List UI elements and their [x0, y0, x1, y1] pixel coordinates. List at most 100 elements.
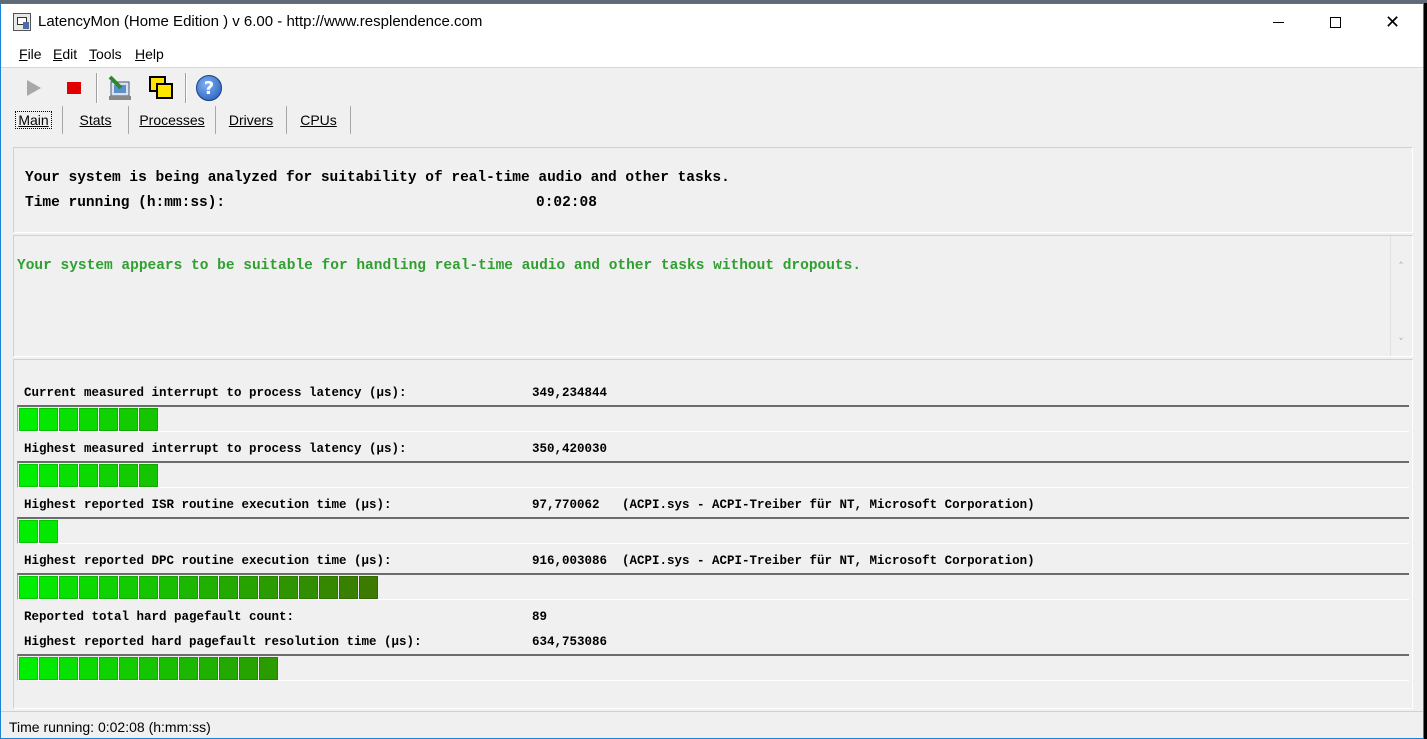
- pagefault-count-value: 89: [532, 610, 548, 624]
- bar-segment: [359, 576, 378, 599]
- isr-time-label: Highest reported ISR routine execution t…: [24, 498, 392, 512]
- stop-button[interactable]: [59, 73, 89, 103]
- current-latency-bar: [17, 405, 1409, 432]
- bar-segment: [79, 464, 98, 487]
- help-button[interactable]: ?: [194, 73, 224, 103]
- isr-time-bar: [17, 517, 1409, 544]
- bar-segment: [79, 657, 98, 680]
- menu-file[interactable]: File: [19, 46, 42, 62]
- pagefault-time-bar: [17, 654, 1409, 681]
- current-latency-value: 349,234844: [532, 386, 608, 400]
- bar-segment: [119, 408, 138, 431]
- bar-segment: [139, 657, 158, 680]
- verdict-panel[interactable]: Your system appears to be suitable for h…: [13, 235, 1413, 357]
- bar-segment: [339, 576, 358, 599]
- close-button[interactable]: ✕: [1364, 4, 1421, 40]
- tab-drivers[interactable]: Drivers: [216, 106, 287, 134]
- bar-segment: [179, 576, 198, 599]
- menu-bar: File Edit Tools Help: [1, 40, 1423, 68]
- bar-segment: [39, 464, 58, 487]
- bar-segment: [99, 576, 118, 599]
- bar-segment: [259, 657, 278, 680]
- isr-time-value: 97,770062 (ACPI.sys - ACPI-Treiber für N…: [532, 498, 1035, 512]
- tab-processes-label: Processes: [139, 112, 205, 128]
- analysis-panel: Your system is being analyzed for suitab…: [13, 147, 1413, 233]
- bar-segment: [39, 520, 58, 543]
- highest-latency-value: 350,420030: [532, 442, 608, 456]
- copy-window-button[interactable]: [146, 73, 176, 103]
- tab-drivers-label: Drivers: [228, 112, 274, 128]
- status-text: Time running: 0:02:08 (h:mm:ss): [9, 719, 211, 735]
- menu-file-label: ile: [27, 46, 42, 62]
- menu-help[interactable]: Help: [135, 46, 164, 62]
- menu-file-accel: F: [19, 46, 28, 62]
- menu-help-accel: H: [135, 46, 146, 62]
- highest-latency-bar-fill: [19, 464, 159, 487]
- highest-latency-label: Highest measured interrupt to process la…: [24, 442, 407, 456]
- bar-segment: [239, 657, 258, 680]
- play-icon: [27, 80, 41, 96]
- bar-segment: [119, 464, 138, 487]
- bar-segment: [79, 576, 98, 599]
- pagefault-time-label: Highest reported hard pagefault resoluti…: [24, 635, 422, 649]
- bar-segment: [159, 657, 178, 680]
- bar-segment: [219, 576, 238, 599]
- bar-segment: [219, 657, 238, 680]
- menu-edit-accel: E: [53, 46, 63, 62]
- scroll-down-icon[interactable]: ˅: [1396, 337, 1406, 348]
- bar-segment: [279, 576, 298, 599]
- bar-segment: [19, 576, 38, 599]
- tab-cpus[interactable]: CPUs: [287, 106, 351, 134]
- tab-main-label: Main: [15, 111, 52, 129]
- time-running-value: 0:02:08: [536, 195, 597, 211]
- bar-segment: [99, 657, 118, 680]
- tab-main[interactable]: Main: [5, 106, 63, 134]
- bar-segment: [139, 408, 158, 431]
- tab-processes[interactable]: Processes: [129, 106, 216, 134]
- window-title: LatencyMon (Home Edition ) v 6.00 - http…: [38, 13, 483, 30]
- bar-segment: [99, 464, 118, 487]
- tab-stats-label: Stats: [79, 112, 112, 128]
- dpc-time-bar-fill: [19, 576, 379, 599]
- menu-edit[interactable]: Edit: [53, 46, 77, 62]
- tab-bar: Main Stats Processes Drivers CPUs: [1, 106, 1423, 136]
- bar-segment: [239, 576, 258, 599]
- toolbar-separator: [185, 73, 187, 103]
- tab-stats[interactable]: Stats: [63, 106, 129, 134]
- menu-edit-label: dit: [62, 46, 78, 62]
- toolbar: ?: [1, 68, 1423, 106]
- bar-segment: [119, 576, 138, 599]
- highest-latency-bar: [17, 461, 1409, 488]
- bar-segment: [39, 576, 58, 599]
- isr-time-bar-fill: [19, 520, 59, 543]
- bar-segment: [299, 576, 318, 599]
- status-bar: Time running: 0:02:08 (h:mm:ss): [1, 711, 1423, 738]
- bar-segment: [59, 576, 78, 599]
- tab-cpus-label: CPUs: [300, 112, 337, 128]
- dpc-time-value: 916,003086 (ACPI.sys - ACPI-Treiber für …: [532, 554, 1035, 568]
- bar-segment: [319, 576, 338, 599]
- verdict-scrollbar[interactable]: ˄ ˅: [1390, 236, 1412, 356]
- current-latency-label: Current measured interrupt to process la…: [24, 386, 407, 400]
- report-button[interactable]: [106, 73, 136, 103]
- bar-segment: [19, 657, 38, 680]
- bar-segment: [119, 657, 138, 680]
- toolbar-separator: [96, 73, 98, 103]
- app-icon[interactable]: [13, 13, 31, 31]
- scroll-up-icon[interactable]: ˄: [1396, 261, 1406, 272]
- bar-segment: [199, 657, 218, 680]
- current-latency-bar-fill: [19, 408, 159, 431]
- maximize-button[interactable]: [1307, 4, 1364, 40]
- latencymon-window: LatencyMon (Home Edition ) v 6.00 - http…: [0, 3, 1424, 739]
- report-icon: [108, 75, 131, 100]
- menu-tools-label: ools: [96, 46, 122, 62]
- minimize-icon: [1273, 21, 1284, 23]
- stop-icon: [67, 82, 81, 94]
- bar-segment: [99, 408, 118, 431]
- title-bar[interactable]: LatencyMon (Home Edition ) v 6.00 - http…: [1, 4, 1423, 40]
- start-button[interactable]: [19, 73, 49, 103]
- help-icon: ?: [196, 75, 222, 101]
- bar-segment: [59, 657, 78, 680]
- minimize-button[interactable]: [1250, 4, 1307, 40]
- menu-tools[interactable]: Tools: [89, 46, 122, 62]
